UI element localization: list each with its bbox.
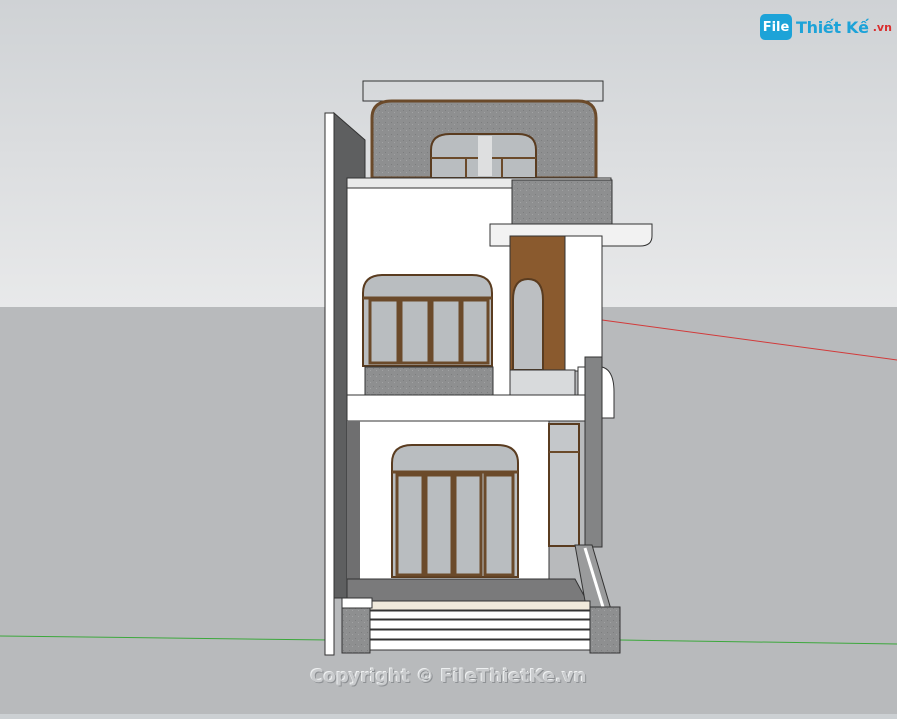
left-base [341, 606, 371, 654]
left-pillar [324, 112, 335, 656]
ground-left-dark [347, 421, 360, 579]
side-door [548, 423, 580, 547]
step-3 [369, 619, 591, 630]
left-planter [341, 597, 373, 609]
logo-text: Thiết Kế [796, 17, 869, 37]
copyright-watermark: Copyright © FileThietKe.vn [310, 666, 587, 687]
porch-floor [346, 578, 589, 604]
small-arched-window [512, 277, 544, 371]
step-4 [369, 629, 591, 640]
mid-glass-rail [509, 369, 576, 396]
scene-svg [0, 0, 897, 714]
site-logo[interactable]: File Thiết Kế .vn [760, 12, 892, 42]
logo-suffix: .vn [872, 20, 892, 34]
right-white-wall [564, 235, 603, 372]
logo-badge: File [760, 14, 792, 40]
right-base [589, 606, 621, 654]
model-viewport[interactable]: File Thiết Kế .vn Copyright © FileThietK… [0, 0, 897, 714]
upper-terrace-concrete [511, 179, 613, 228]
right-column [584, 356, 603, 548]
step-bottom [369, 639, 591, 651]
step-2 [369, 610, 591, 620]
mid-balcony-concrete [364, 366, 494, 396]
step-top [369, 600, 591, 611]
floor-slab [346, 394, 586, 422]
